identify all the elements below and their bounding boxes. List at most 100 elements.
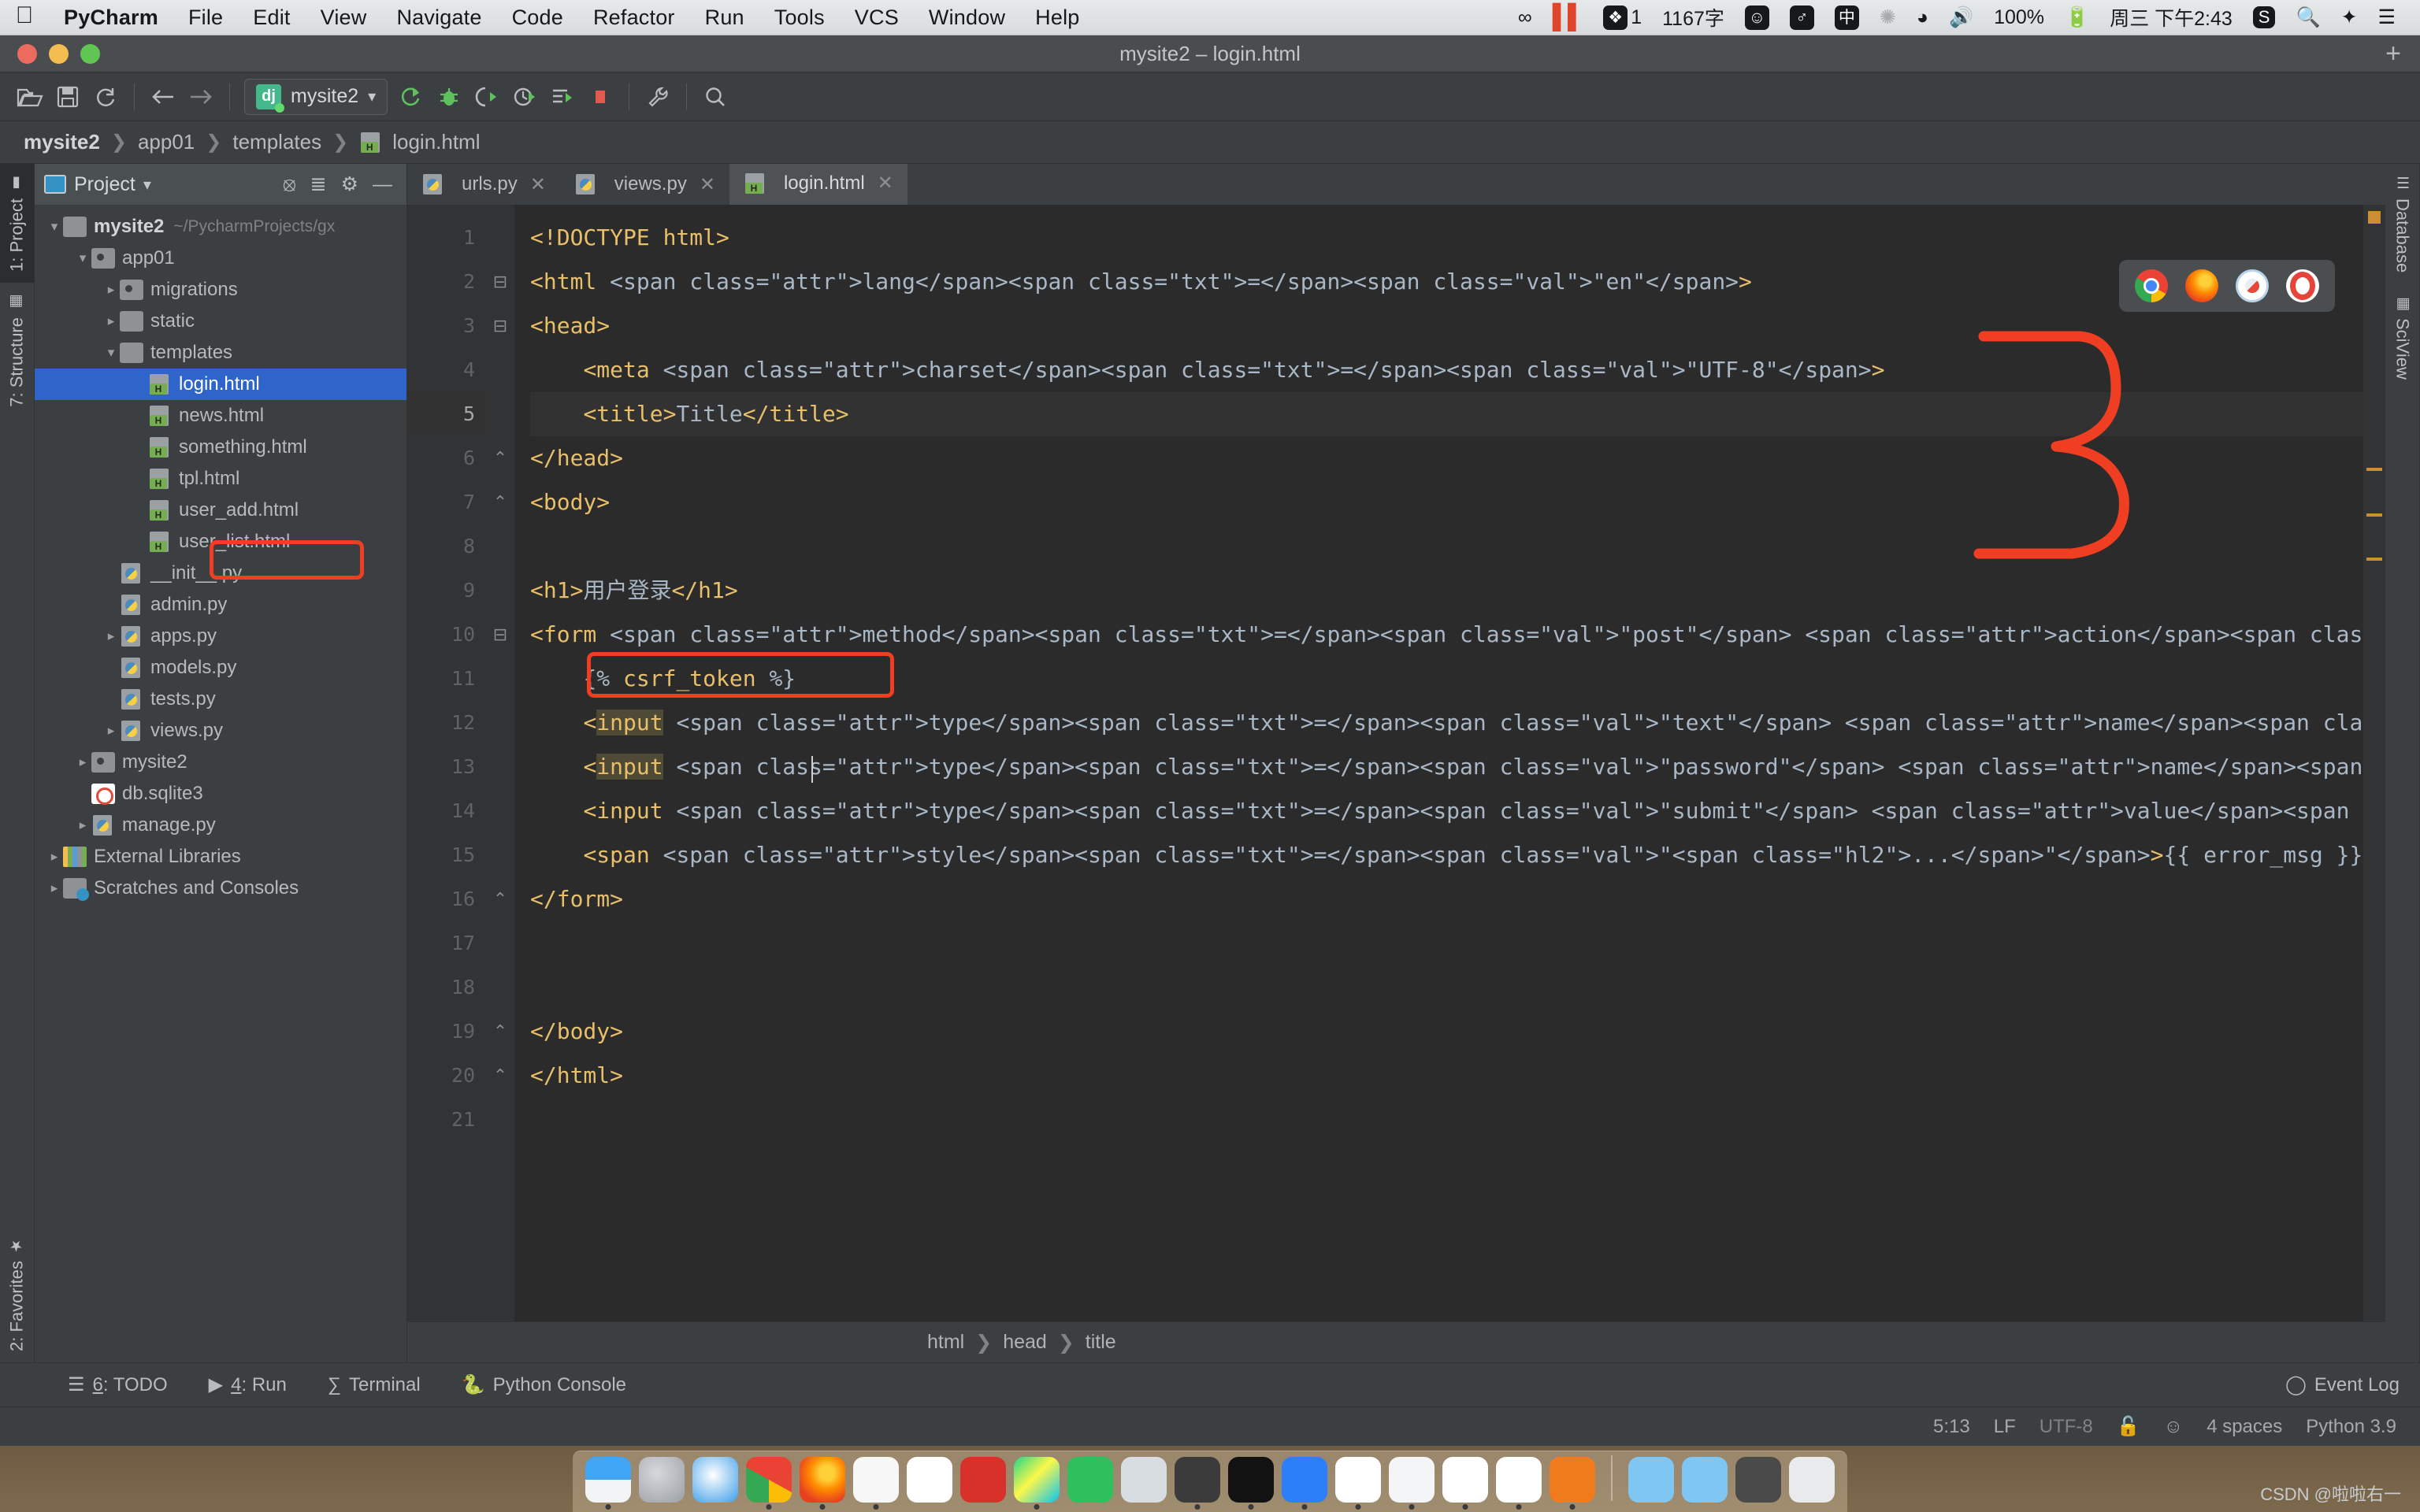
- tree-node-admin-py[interactable]: ▸admin.py: [35, 589, 406, 621]
- browser-launch-popup[interactable]: [2119, 260, 2335, 312]
- code-line[interactable]: </body>: [530, 1010, 2363, 1054]
- code-line[interactable]: <span <span class="attr">style</span><sp…: [530, 833, 2363, 877]
- coverage-icon[interactable]: [468, 78, 506, 116]
- menu-tools[interactable]: Tools: [759, 6, 840, 30]
- line-number[interactable]: 3: [407, 304, 486, 348]
- code-line[interactable]: <head>: [530, 304, 2363, 348]
- tree-node-templates[interactable]: ▾ templates: [35, 337, 406, 369]
- tree-node-views-py[interactable]: ▸ views.py: [35, 715, 406, 747]
- dock-icon-pycharm[interactable]: [1014, 1457, 1060, 1510]
- opera-icon[interactable]: [2286, 269, 2319, 302]
- code-line[interactable]: <!DOCTYPE html>: [530, 216, 2363, 260]
- line-number[interactable]: 8: [407, 524, 486, 569]
- safari-icon[interactable]: [2236, 269, 2269, 302]
- breadcrumb-item-2[interactable]: templates: [231, 130, 323, 154]
- menu-window[interactable]: Window: [914, 6, 1020, 30]
- line-number[interactable]: 12: [407, 701, 486, 745]
- code-line[interactable]: <meta <span class="attr">charset</span><…: [530, 348, 2363, 392]
- code-line[interactable]: [530, 1098, 2363, 1142]
- breadcrumb-item-0[interactable]: mysite2: [22, 130, 102, 154]
- refresh-icon[interactable]: [87, 78, 124, 116]
- chevron-right-icon[interactable]: ▸: [74, 754, 91, 770]
- tree-node-static[interactable]: ▸ static: [35, 306, 406, 337]
- editor-area[interactable]: 1 2 3 4 5 6 7 8 9 10 11 12 13 14 15 16 17 18 19 20 21 ⊟ ⊟ ⌃ ⌃ ⊟ ⌃…: [407, 205, 2385, 1321]
- save-icon[interactable]: [49, 78, 87, 116]
- firefox-icon[interactable]: [2185, 269, 2218, 302]
- menu-run[interactable]: Run: [690, 6, 759, 30]
- siri-icon[interactable]: ✦: [2331, 6, 2368, 29]
- sidebar-tab-project[interactable]: 1: Project ▮: [0, 164, 34, 283]
- menu-file[interactable]: File: [173, 6, 238, 30]
- tree-node-manage-py[interactable]: ▸ manage.py: [35, 810, 406, 841]
- open-folder-icon[interactable]: [11, 78, 49, 116]
- wrench-icon[interactable]: [639, 78, 677, 116]
- chevron-right-icon[interactable]: ▸: [102, 628, 120, 644]
- editor-breadcrumb-item-1[interactable]: head: [1003, 1331, 1047, 1354]
- indent-setting[interactable]: 4 spaces: [2207, 1416, 2282, 1438]
- search-icon[interactable]: 🔍: [2285, 6, 2330, 29]
- code-fold-toggle[interactable]: ⌃: [486, 480, 514, 524]
- line-separator[interactable]: LF: [1994, 1416, 2016, 1438]
- line-number[interactable]: 2: [407, 260, 486, 304]
- run-icon[interactable]: [392, 78, 430, 116]
- line-number[interactable]: 17: [407, 921, 486, 965]
- sidebar-tab-favorites[interactable]: 2: Favorites ★: [0, 1226, 34, 1362]
- sidebar-tab-sciview[interactable]: ▦ SciView: [2385, 284, 2419, 391]
- clock-label[interactable]: 周三 下午2:43: [2099, 3, 2243, 32]
- dock-icon-recent-folder[interactable]: [1735, 1457, 1781, 1503]
- line-number[interactable]: 7: [407, 480, 486, 524]
- chevron-right-icon[interactable]: ▸: [102, 723, 120, 739]
- dock-icon-parallels[interactable]: [1389, 1457, 1435, 1510]
- attach-icon[interactable]: [544, 78, 581, 116]
- code-line[interactable]: <html <span class="attr">lang</span><spa…: [530, 260, 2363, 304]
- tree-node-app01[interactable]: ▾ app01: [35, 243, 406, 274]
- code-fold-toggle[interactable]: ⊟: [486, 260, 514, 304]
- infinity-icon[interactable]: ∞: [1508, 6, 1542, 29]
- line-number[interactable]: 19: [407, 1010, 486, 1054]
- dock-icon-excel[interactable]: [1335, 1457, 1381, 1510]
- dock-icon-finder[interactable]: [585, 1457, 631, 1510]
- editor-tab-urls-py[interactable]: urls.py ✕: [407, 164, 560, 205]
- menu-navigate[interactable]: Navigate: [381, 6, 496, 30]
- line-number[interactable]: 15: [407, 833, 486, 877]
- menu-code[interactable]: Code: [497, 6, 578, 30]
- tree-node-db-sqlite3[interactable]: ▸db.sqlite3: [35, 778, 406, 810]
- code-fold-toggle[interactable]: ⌃: [486, 877, 514, 921]
- line-number[interactable]: 10: [407, 613, 486, 657]
- tree-node-migrations[interactable]: ▸ migrations: [35, 274, 406, 306]
- code-line[interactable]: {% csrf_token %}: [530, 657, 2363, 701]
- gear-icon[interactable]: ⚙: [341, 172, 358, 196]
- battery-percent[interactable]: 100%: [1984, 6, 2054, 29]
- dock-icon-wps[interactable]: [1442, 1457, 1488, 1510]
- menu-edit[interactable]: Edit: [238, 6, 305, 30]
- code-fold-toggle[interactable]: ⊟: [486, 613, 514, 657]
- tree-node-news-html[interactable]: ▸news.html: [35, 400, 406, 432]
- dock-icon-wechat[interactable]: [1067, 1457, 1113, 1503]
- dock-icon-iterm[interactable]: [1228, 1457, 1274, 1510]
- tree-node-models-py[interactable]: ▸models.py: [35, 652, 406, 684]
- code-line[interactable]: <title>Title</title>: [530, 392, 2363, 436]
- apple-logo-icon[interactable]: : [0, 4, 49, 31]
- chevron-right-icon[interactable]: ▸: [102, 313, 120, 329]
- chevron-right-icon[interactable]: ▸: [102, 282, 120, 298]
- profile-icon[interactable]: [506, 78, 544, 116]
- chevron-down-icon[interactable]: ▾: [74, 250, 91, 266]
- wifi-icon[interactable]: ◕: [1906, 6, 1939, 29]
- breadcrumb-item-1[interactable]: app01: [136, 130, 196, 154]
- file-encoding[interactable]: UTF-8: [2040, 1416, 2093, 1438]
- code-line[interactable]: [530, 965, 2363, 1010]
- tree-node-mysite2[interactable]: ▸ mysite2: [35, 747, 406, 778]
- warning-marker[interactable]: [2366, 558, 2382, 561]
- editor-marker-bar[interactable]: [2363, 205, 2385, 1321]
- code-line[interactable]: </form>: [530, 877, 2363, 921]
- warning-marker[interactable]: [2366, 468, 2382, 471]
- chevron-right-icon[interactable]: ▸: [74, 817, 91, 833]
- line-number[interactable]: 18: [407, 965, 486, 1010]
- dock-icon-chrome[interactable]: [746, 1457, 792, 1510]
- sogou-icon[interactable]: S: [2243, 6, 2286, 28]
- tree-node-external-libraries[interactable]: ▸ External Libraries: [35, 841, 406, 873]
- code-content[interactable]: <!DOCTYPE html> <html <span class="attr">…: [514, 205, 2363, 1321]
- sidebar-tab-structure[interactable]: 7: Structure ▦: [0, 283, 34, 418]
- line-number[interactable]: 9: [407, 569, 486, 613]
- ime-icon[interactable]: 中: [1824, 5, 1869, 30]
